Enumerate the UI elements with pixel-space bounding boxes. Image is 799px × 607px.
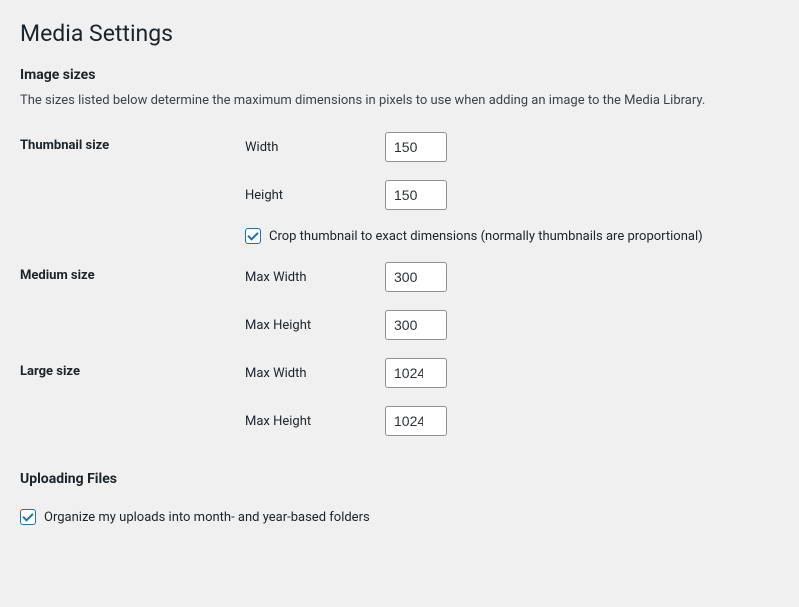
thumbnail-crop-line: Crop thumbnail to exact dimensions (norm… — [245, 228, 779, 244]
large-size-row: Large size Max Width Max Height — [20, 358, 779, 436]
organize-uploads-line: Organize my uploads into month- and year… — [20, 509, 779, 525]
large-fields: Max Width Max Height — [245, 358, 779, 436]
large-max-width-label: Max Width — [245, 366, 385, 381]
large-max-width-input[interactable] — [385, 358, 447, 388]
thumbnail-height-input[interactable] — [385, 180, 447, 210]
large-max-height-input[interactable] — [385, 406, 447, 436]
organize-uploads-label[interactable]: Organize my uploads into month- and year… — [44, 510, 370, 525]
large-max-height-line: Max Height — [245, 406, 779, 436]
thumbnail-size-row: Thumbnail size Width Height Crop thumbna… — [20, 132, 779, 244]
thumbnail-size-label: Thumbnail size — [20, 132, 245, 153]
organize-uploads-checkbox[interactable] — [20, 509, 36, 525]
large-max-height-label: Max Height — [245, 414, 385, 429]
thumbnail-width-line: Width — [245, 132, 779, 162]
uploading-files-section: Uploading Files Organize my uploads into… — [20, 471, 779, 525]
thumbnail-width-input[interactable] — [385, 132, 447, 162]
image-sizes-heading: Image sizes — [20, 67, 779, 83]
uploading-files-heading: Uploading Files — [20, 471, 779, 487]
medium-fields: Max Width Max Height — [245, 262, 779, 340]
medium-max-width-input[interactable] — [385, 262, 447, 292]
medium-max-width-line: Max Width — [245, 262, 779, 292]
medium-max-height-label: Max Height — [245, 318, 385, 333]
medium-size-label: Medium size — [20, 262, 245, 283]
image-sizes-description: The sizes listed below determine the max… — [20, 93, 779, 108]
thumbnail-height-line: Height — [245, 180, 779, 210]
thumbnail-width-label: Width — [245, 140, 385, 155]
medium-max-width-label: Max Width — [245, 270, 385, 285]
image-sizes-section: Image sizes The sizes listed below deter… — [20, 67, 779, 436]
medium-max-height-line: Max Height — [245, 310, 779, 340]
medium-max-height-input[interactable] — [385, 310, 447, 340]
thumbnail-crop-checkbox[interactable] — [245, 228, 261, 244]
page-title: Media Settings — [20, 20, 779, 47]
thumbnail-height-label: Height — [245, 188, 385, 203]
large-max-width-line: Max Width — [245, 358, 779, 388]
thumbnail-fields: Width Height Crop thumbnail to exact dim… — [245, 132, 779, 244]
large-size-label: Large size — [20, 358, 245, 379]
thumbnail-crop-label[interactable]: Crop thumbnail to exact dimensions (norm… — [269, 229, 703, 244]
medium-size-row: Medium size Max Width Max Height — [20, 262, 779, 340]
